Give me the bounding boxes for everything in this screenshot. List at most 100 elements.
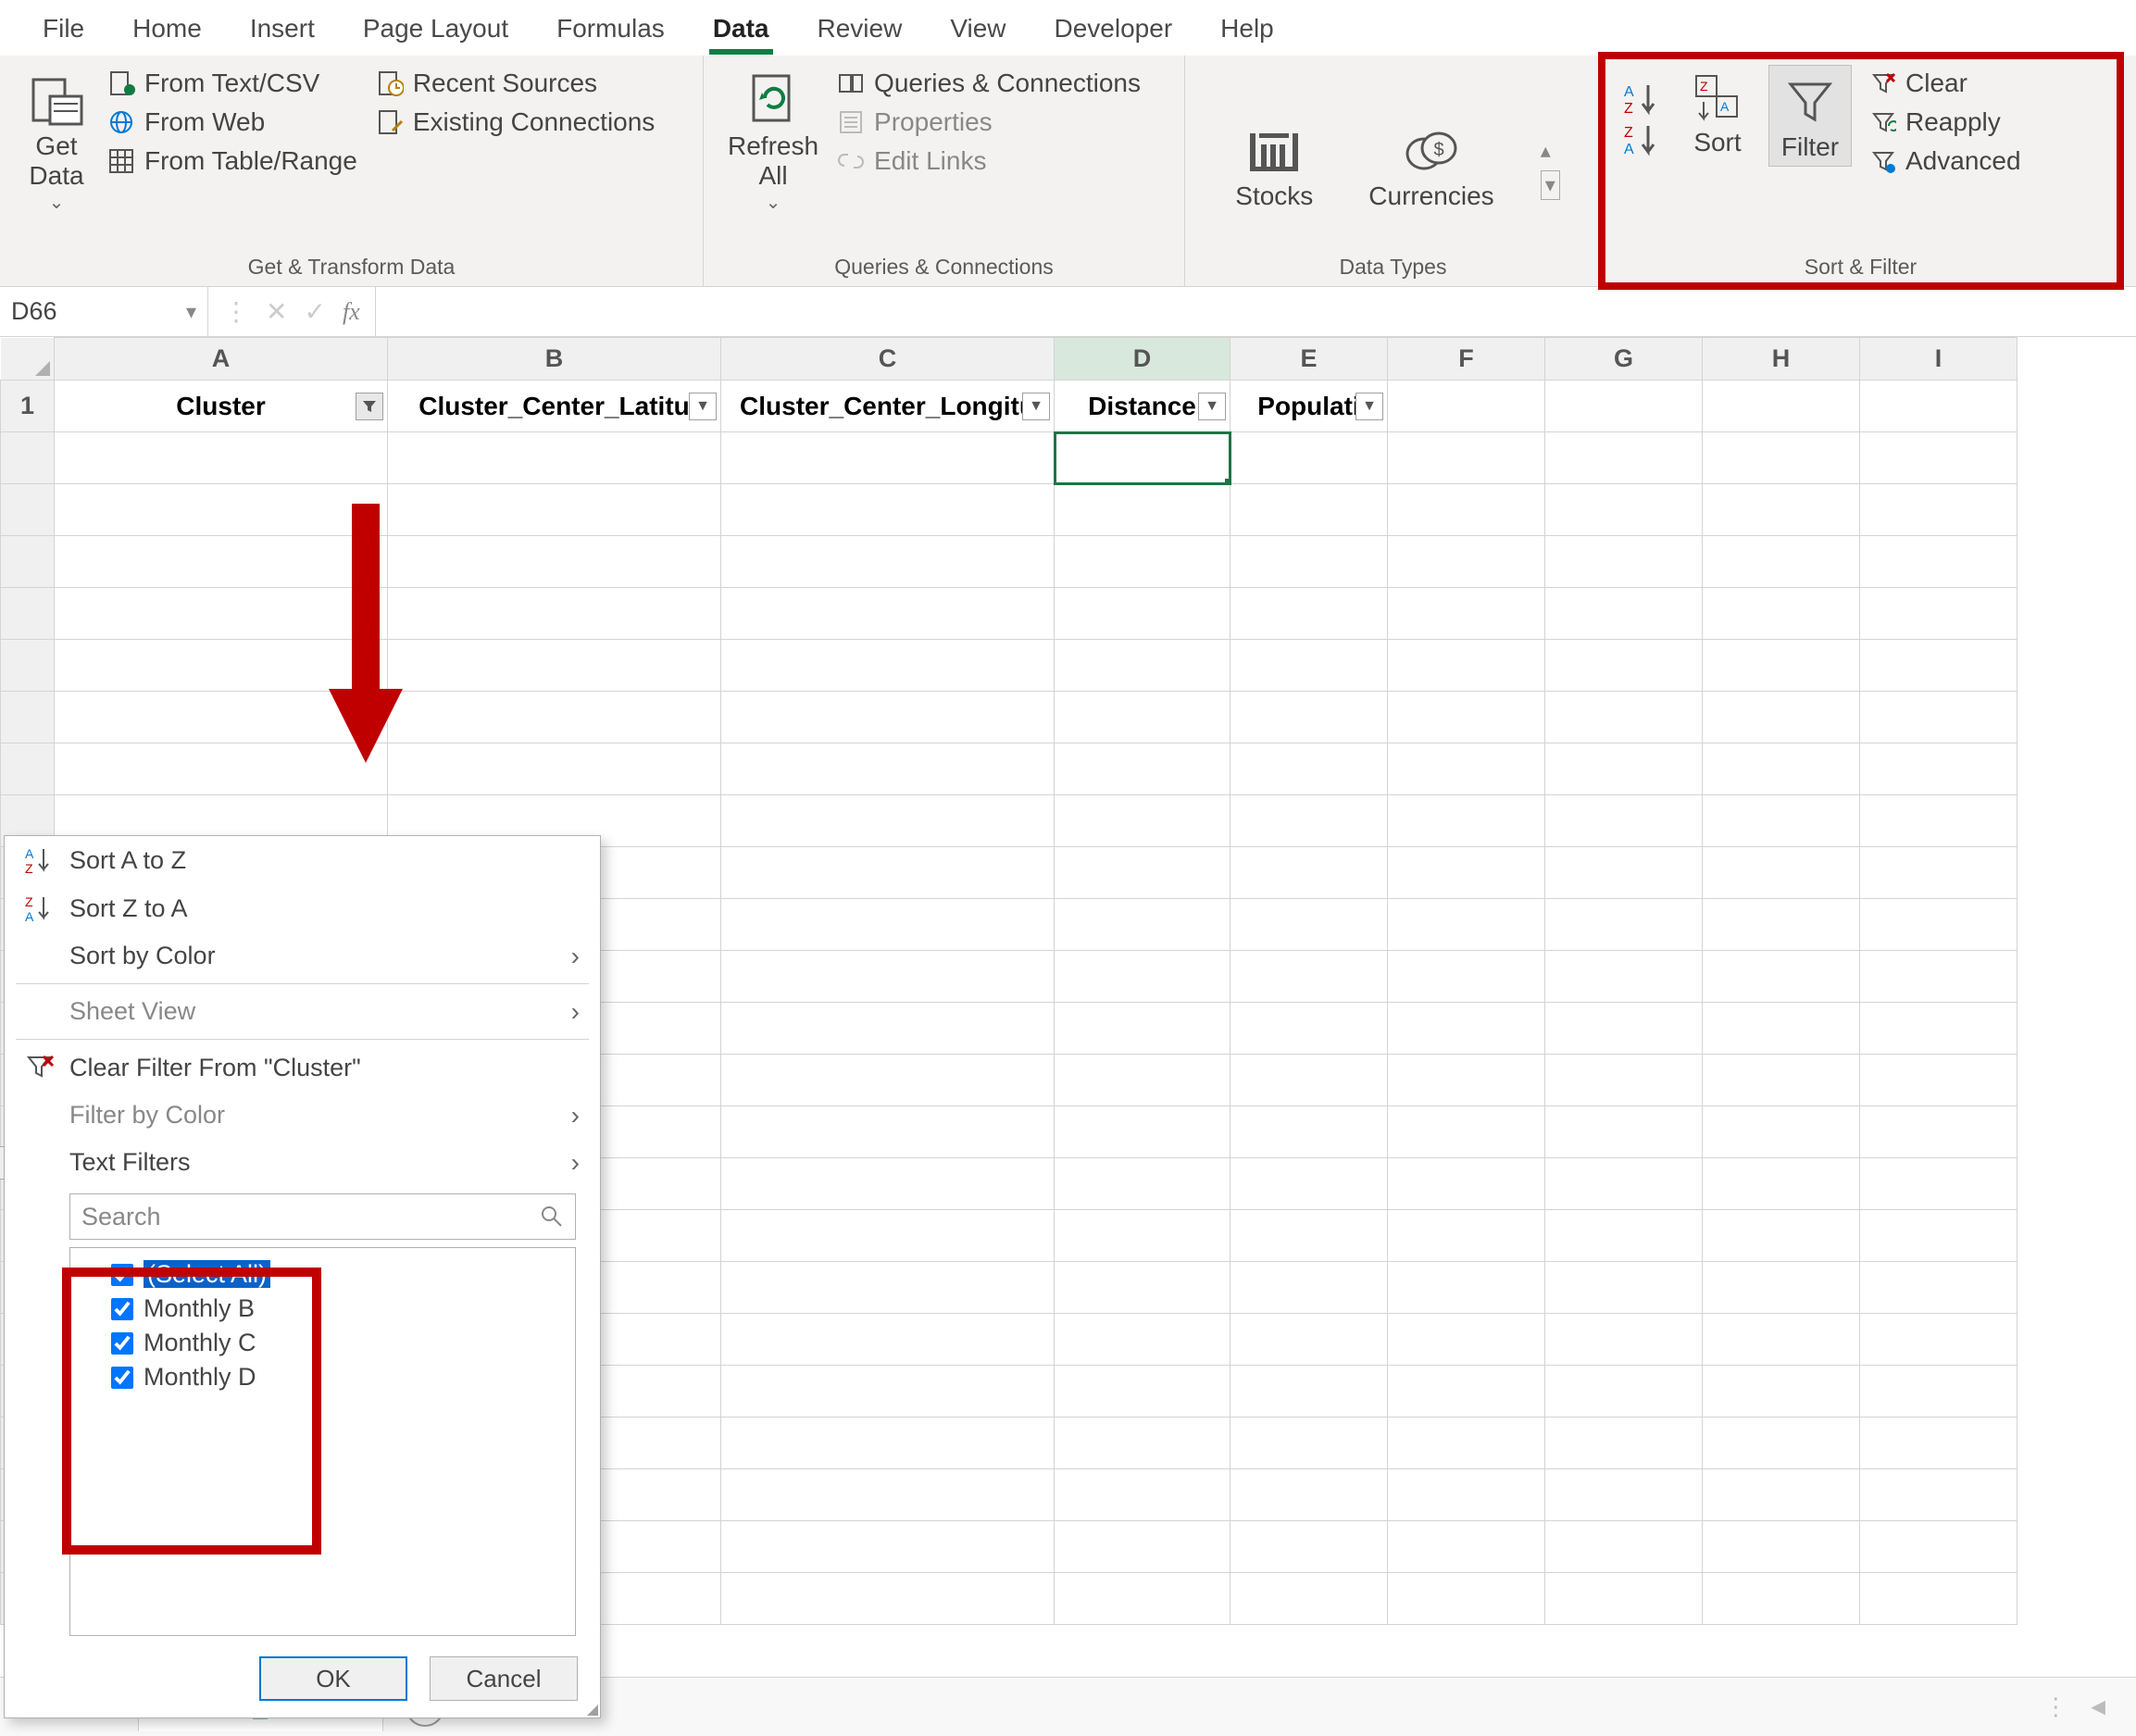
cell[interactable]: [1860, 1055, 2017, 1106]
cell[interactable]: [1055, 484, 1230, 536]
cell[interactable]: [1703, 1158, 1860, 1210]
cell[interactable]: [1055, 1314, 1230, 1366]
cell[interactable]: [1055, 847, 1230, 899]
cell[interactable]: [721, 899, 1055, 951]
cell[interactable]: [721, 1469, 1055, 1521]
cell[interactable]: [1055, 588, 1230, 640]
cell[interactable]: [1055, 1366, 1230, 1418]
cell[interactable]: [1545, 1055, 1703, 1106]
tab-formulas[interactable]: Formulas: [532, 5, 689, 55]
cell[interactable]: [1703, 432, 1860, 484]
from-text-csv-button[interactable]: From Text/CSV: [104, 65, 361, 102]
cell[interactable]: [1545, 1573, 1703, 1625]
cell[interactable]: [1545, 692, 1703, 743]
cell[interactable]: [1703, 588, 1860, 640]
filter-values-tree[interactable]: (Select All) Monthly B Monthly C Monthly…: [69, 1247, 576, 1636]
cell[interactable]: [1703, 795, 1860, 847]
cell[interactable]: [1388, 1106, 1545, 1158]
tab-help[interactable]: Help: [1196, 5, 1298, 55]
cell[interactable]: [388, 536, 721, 588]
cell[interactable]: [1545, 1262, 1703, 1314]
queries-connections-button[interactable]: Queries & Connections: [833, 65, 1144, 102]
row-header[interactable]: [1, 432, 55, 484]
cell[interactable]: [721, 640, 1055, 692]
cell[interactable]: [721, 1055, 1055, 1106]
row-header[interactable]: [1, 640, 55, 692]
cell[interactable]: [1860, 692, 2017, 743]
stocks-button[interactable]: Stocks: [1226, 122, 1322, 217]
cell[interactable]: [1860, 899, 2017, 951]
cell[interactable]: [721, 692, 1055, 743]
cell[interactable]: [721, 588, 1055, 640]
cell[interactable]: [1388, 588, 1545, 640]
cell[interactable]: [1388, 484, 1545, 536]
cell[interactable]: [1230, 536, 1388, 588]
cell[interactable]: [1860, 432, 2017, 484]
cell[interactable]: [388, 743, 721, 795]
cell[interactable]: [1055, 432, 1230, 484]
cell[interactable]: [1388, 1418, 1545, 1469]
cell[interactable]: [721, 795, 1055, 847]
cell[interactable]: [1055, 743, 1230, 795]
cell[interactable]: [1703, 381, 1860, 432]
cell[interactable]: [1388, 1262, 1545, 1314]
cell[interactable]: [1545, 1469, 1703, 1521]
refresh-all-button[interactable]: Refresh All ⌄: [718, 65, 828, 219]
ok-button[interactable]: OK: [259, 1656, 407, 1701]
cell[interactable]: [1860, 1210, 2017, 1262]
cell[interactable]: [1703, 1055, 1860, 1106]
sheet-scroll-right-icon[interactable]: ◄: [2086, 1692, 2110, 1721]
row-header[interactable]: [1, 536, 55, 588]
cell[interactable]: [1545, 1366, 1703, 1418]
cell[interactable]: [1388, 1573, 1545, 1625]
cell[interactable]: [1545, 1418, 1703, 1469]
cell[interactable]: [721, 847, 1055, 899]
recent-sources-button[interactable]: Recent Sources: [372, 65, 658, 102]
cell[interactable]: [1860, 1106, 2017, 1158]
cell[interactable]: [721, 1262, 1055, 1314]
cell[interactable]: [1055, 1521, 1230, 1573]
cell[interactable]: [1230, 1366, 1388, 1418]
filter-item-checkbox[interactable]: [111, 1367, 133, 1389]
cell[interactable]: [388, 588, 721, 640]
cell[interactable]: [1860, 1314, 2017, 1366]
cell[interactable]: [1703, 899, 1860, 951]
cell[interactable]: [1860, 951, 2017, 1003]
filter-toggle-B[interactable]: ▼: [689, 393, 717, 420]
cell[interactable]: [721, 1366, 1055, 1418]
cell[interactable]: [1860, 743, 2017, 795]
cell[interactable]: [1055, 1210, 1230, 1262]
cell[interactable]: [388, 432, 721, 484]
cell[interactable]: [1230, 795, 1388, 847]
cell[interactable]: [1388, 951, 1545, 1003]
cell[interactable]: [1860, 1366, 2017, 1418]
cell[interactable]: [721, 1314, 1055, 1366]
filter-item-checkbox[interactable]: [111, 1264, 133, 1286]
cell[interactable]: [1055, 640, 1230, 692]
cell[interactable]: [388, 692, 721, 743]
cell[interactable]: [1055, 1573, 1230, 1625]
currencies-button[interactable]: $ Currencies: [1359, 122, 1503, 217]
name-box[interactable]: D66 ▾: [0, 287, 208, 336]
cell[interactable]: [1388, 432, 1545, 484]
cell[interactable]: [721, 1418, 1055, 1469]
cell[interactable]: [1230, 743, 1388, 795]
cell[interactable]: [1860, 1158, 2017, 1210]
existing-connections-button[interactable]: Existing Connections: [372, 104, 658, 141]
filter-toggle-D[interactable]: ▼: [1198, 393, 1226, 420]
cell[interactable]: [1860, 1521, 2017, 1573]
cell[interactable]: [1055, 692, 1230, 743]
cell[interactable]: [721, 951, 1055, 1003]
cell[interactable]: [1230, 1055, 1388, 1106]
cell[interactable]: [1545, 432, 1703, 484]
cell[interactable]: [1545, 1106, 1703, 1158]
filter-search-input[interactable]: Search: [69, 1193, 576, 1240]
name-box-chevron-icon[interactable]: ▾: [186, 300, 196, 324]
cell[interactable]: [1055, 1106, 1230, 1158]
cell[interactable]: [1388, 692, 1545, 743]
filter-item[interactable]: Monthly D: [80, 1360, 566, 1394]
cell[interactable]: [1388, 1366, 1545, 1418]
cell[interactable]: [1860, 847, 2017, 899]
sheet-scroll-left-icon[interactable]: ⋮: [2043, 1692, 2067, 1721]
cell[interactable]: [1388, 1469, 1545, 1521]
